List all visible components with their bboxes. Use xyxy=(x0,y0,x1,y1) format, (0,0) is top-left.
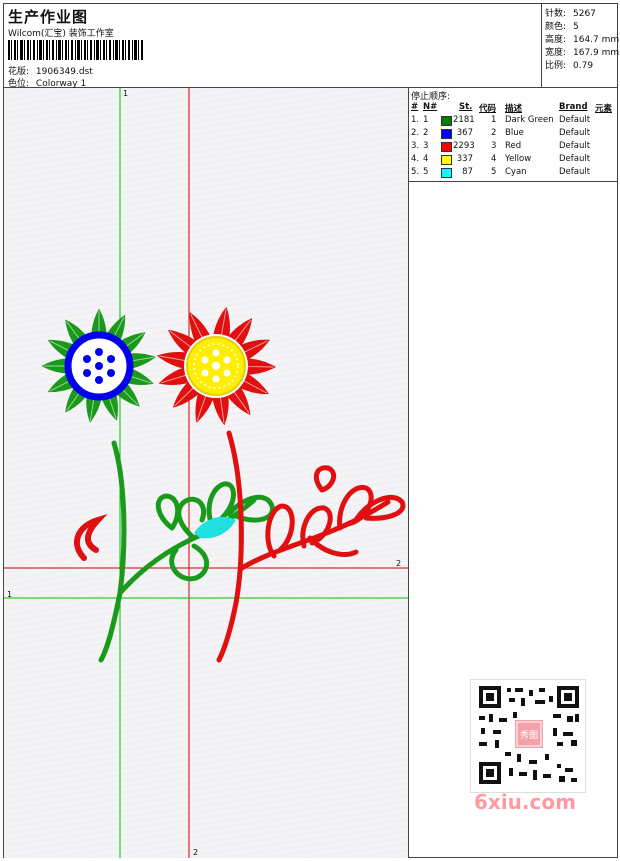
guide-label-h2: 2 xyxy=(396,559,402,568)
table-row: 2. 2 367 2 Blue Default xyxy=(411,128,591,139)
table-row: 5. 5 87 5 Cyan Default xyxy=(411,167,591,178)
stat-colors: 颜色: 5 xyxy=(545,22,579,32)
table-row: 3. 3 2293 3 Red Default xyxy=(411,141,591,152)
barcode xyxy=(8,40,143,60)
guide-label-h1: 1 xyxy=(7,590,13,599)
design-canvas: 1 2 2 1 xyxy=(4,88,409,858)
stat-width: 宽度: 167.9 mm xyxy=(545,48,620,58)
red-stem xyxy=(216,430,406,663)
col-header-n: N# xyxy=(423,102,438,112)
stat-stitches: 针数: 5267 xyxy=(545,9,596,19)
table-row: 1. 1 2181 1 Dark Green Default xyxy=(411,115,591,126)
yellow-flower-center xyxy=(184,334,248,398)
company-name: Wilcom(汇宝) 装饰工作室 xyxy=(8,29,114,39)
stat-scale: 比例: 0.79 xyxy=(545,61,594,71)
red-curl-left xyxy=(74,513,108,561)
qr-code: 秀图 xyxy=(470,679,586,793)
color-swatch xyxy=(441,129,452,139)
green-stem xyxy=(98,440,275,663)
guide-label-v1: 1 xyxy=(123,89,129,98)
embroidery-preview xyxy=(4,88,408,858)
guide-label-v2: 2 xyxy=(193,848,199,857)
stop-sequence-title: 停止顺序: xyxy=(411,92,451,102)
qr-seal: 秀图 xyxy=(520,729,538,741)
color-swatch xyxy=(441,142,452,152)
col-header-code: 代码 xyxy=(479,104,497,114)
stop-sequence-panel: 停止顺序: # N# St. 代码 描述 Brand 元素 1. 1 2181 … xyxy=(409,88,617,182)
color-swatch xyxy=(441,155,452,165)
col-header-element: 元素 xyxy=(595,104,613,114)
watermark-logo: 6xiu.com xyxy=(474,790,576,814)
blue-flower-center xyxy=(64,331,134,401)
page-title: 生产作业图 xyxy=(8,8,89,26)
header-panel: 生产作业图 Wilcom(汇宝) 装饰工作室 花版: 1906349.dst 色… xyxy=(4,4,542,89)
stats-panel: 针数: 5267 颜色: 5 高度: 164.7 mm 宽度: 167.9 mm 比例:… xyxy=(542,4,620,88)
col-header-desc: 描述 xyxy=(505,104,523,114)
qr-code-icon: 秀图 xyxy=(479,686,579,784)
col-header-brand: Brand xyxy=(559,102,588,112)
color-swatch xyxy=(441,168,452,178)
table-row: 4. 4 337 4 Yellow Default xyxy=(411,154,591,165)
col-header-num: # xyxy=(411,102,419,112)
col-header-stitches: St. xyxy=(459,102,473,112)
stat-height: 高度: 164.7 mm xyxy=(545,35,620,45)
color-swatch xyxy=(441,116,452,126)
